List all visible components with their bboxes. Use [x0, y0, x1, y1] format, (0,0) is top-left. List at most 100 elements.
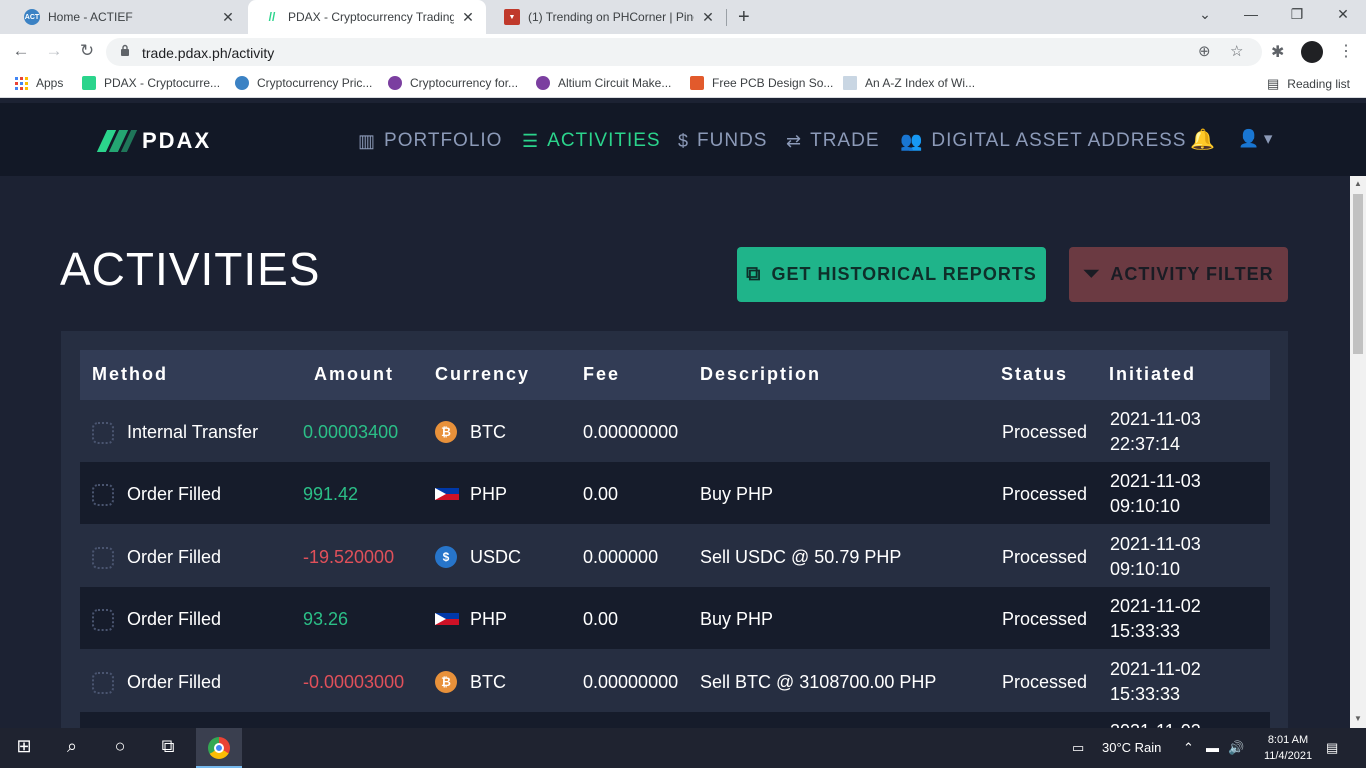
table-row[interactable]: Internal Transfer 0.00003400 ₿ BTC 0.000…: [80, 400, 1270, 462]
zoom-icon[interactable]: ⊕: [1198, 42, 1211, 60]
chrome-icon: [208, 737, 230, 759]
order-icon: [92, 547, 114, 569]
back-arrow-icon[interactable]: ←: [10, 41, 32, 61]
nav-portfolio[interactable]: ▥ PORTFOLIO: [358, 130, 502, 152]
philippines-flag-icon: [435, 613, 459, 625]
battery-icon[interactable]: ▬: [1206, 740, 1219, 755]
close-icon[interactable]: ✕: [220, 9, 236, 26]
tab-search-chevron-icon[interactable]: ⌄: [1195, 6, 1215, 23]
column-header-method[interactable]: Method: [92, 364, 168, 385]
pdax-icon: [82, 76, 96, 90]
close-window-button[interactable]: ✕: [1333, 6, 1353, 23]
close-icon[interactable]: ✕: [700, 9, 716, 26]
reload-icon[interactable]: ↻: [76, 41, 98, 61]
taskbar-chrome-button[interactable]: [196, 728, 242, 768]
table-row[interactable]: Order Filled -19.520000 $ USDC 0.000000 …: [80, 525, 1270, 587]
table-row[interactable]: Order Filled -0.00003000 ₿ BTC 0.0000000…: [80, 650, 1270, 712]
windows-start-icon[interactable]: ⊞: [12, 736, 36, 757]
bookmark-crypto-prices[interactable]: Cryptocurrency Pric...: [235, 76, 372, 90]
scroll-down-arrow-icon[interactable]: ▼: [1354, 714, 1362, 723]
chevron-up-icon[interactable]: ⌃: [1183, 740, 1194, 756]
profile-avatar[interactable]: [1301, 41, 1323, 63]
status-cell: Processed: [1002, 672, 1088, 692]
description-cell: Sell USDC @ 50.79 PHP: [700, 547, 902, 567]
bookmark-altium[interactable]: Altium Circuit Make...: [536, 76, 671, 90]
nav-digital-asset-address[interactable]: 👥 DIGITAL ASSET ADDRESS: [900, 130, 1186, 152]
amount-cell: -0.00003000: [303, 672, 405, 692]
column-header-amount[interactable]: Amount: [314, 364, 394, 385]
url-text[interactable]: trade.pdax.ph/activity: [142, 45, 274, 61]
initiated-date: 2021-11-03: [1110, 471, 1201, 491]
reading-list-label: Reading list: [1287, 77, 1350, 91]
dollar-icon: $: [678, 130, 690, 151]
column-header-fee[interactable]: Fee: [583, 364, 620, 385]
maximize-button[interactable]: ❐: [1287, 6, 1307, 23]
new-tab-button[interactable]: +: [738, 6, 750, 29]
bookmark-pdax[interactable]: PDAX - Cryptocurre...: [82, 76, 220, 90]
weather-text[interactable]: 30°C Rain: [1102, 740, 1161, 755]
notifications-icon[interactable]: ▤: [1326, 740, 1338, 756]
column-header-status[interactable]: Status: [1001, 364, 1068, 385]
column-header-description[interactable]: Description: [700, 364, 821, 385]
method-cell: Order Filled: [127, 547, 222, 567]
search-icon[interactable]: ⌕: [60, 736, 84, 757]
scroll-up-arrow-icon[interactable]: ▲: [1354, 179, 1362, 188]
tab-title: Home - ACTIEF: [48, 10, 133, 24]
tab-home-actief[interactable]: ACT Home - ACTIEF ✕: [8, 0, 246, 34]
method-cell: Order Filled: [127, 672, 222, 692]
table-row[interactable]: Order Filled 991.42 PHP 0.00 Buy PHP Pro…: [80, 462, 1270, 524]
column-header-currency[interactable]: Currency: [435, 364, 530, 385]
bookmark-apps[interactable]: Apps: [15, 76, 63, 90]
order-icon: [92, 672, 114, 694]
tab-title: PDAX - Cryptocurrency Trading P: [288, 10, 454, 24]
bookmark-crypto-for[interactable]: Cryptocurrency for...: [388, 76, 518, 90]
initiated-date: 2021-11-03: [1110, 534, 1201, 554]
extensions-puzzle-icon[interactable]: ✱: [1271, 42, 1284, 62]
bookmark-a-z-index[interactable]: An A-Z Index of Wi...: [843, 76, 975, 90]
bookmark-label: Apps: [36, 76, 64, 90]
tab-phcorner[interactable]: ▼ (1) Trending on PHCorner | Pinoy ✕: [488, 0, 726, 34]
pdax-logo[interactable]: PDAX: [96, 128, 212, 154]
bell-icon[interactable]: 🔔: [1190, 127, 1215, 152]
tab-title: (1) Trending on PHCorner | Pinoy: [528, 10, 694, 24]
nav-funds[interactable]: $ FUNDS: [678, 130, 767, 152]
table-row[interactable]: Order Filled 93.26 PHP 0.00 Buy PHP Proc…: [80, 587, 1270, 649]
chrome-menu-icon[interactable]: ⋮: [1338, 41, 1354, 61]
page-scrollbar[interactable]: ▲ ▼: [1350, 176, 1366, 728]
description-cell: Buy PHP: [700, 609, 774, 629]
taskbar-clock[interactable]: 8:01 AM 11/4/2021: [1258, 732, 1318, 764]
nav-trade[interactable]: ⇄ TRADE: [786, 130, 880, 152]
cortana-icon[interactable]: ○: [108, 736, 132, 757]
scrollbar-thumb[interactable]: [1353, 194, 1363, 354]
table-header: Method Amount Currency Fee Description S…: [80, 350, 1270, 400]
table-row[interactable]: 2021-11-02: [80, 712, 1270, 728]
omnibox[interactable]: trade.pdax.ph/activity ⊕ ☆: [106, 38, 1262, 66]
reading-list-button[interactable]: ▤ Reading list: [1267, 76, 1350, 92]
bookmark-label: Altium Circuit Make...: [558, 76, 672, 90]
get-historical-reports-button[interactable]: ⧉ GET HISTORICAL REPORTS: [737, 247, 1046, 302]
status-cell: Processed: [1002, 422, 1088, 442]
forward-arrow-icon[interactable]: →: [43, 41, 65, 61]
nav-label: ACTIVITIES: [547, 130, 661, 151]
bookmark-label: Cryptocurrency Pric...: [257, 76, 373, 90]
brand-name: PDAX: [142, 128, 212, 153]
tab-pdax[interactable]: // PDAX - Cryptocurrency Trading P ✕: [248, 0, 486, 34]
nav-label: TRADE: [810, 130, 880, 151]
activity-filter-button[interactable]: ⏷ ACTIVITY FILTER: [1069, 247, 1288, 302]
bookmark-free-pcb[interactable]: Free PCB Design So...: [690, 76, 833, 90]
button-label: ACTIVITY FILTER: [1110, 264, 1274, 284]
bitcoin-icon: ₿: [435, 421, 457, 443]
weather-icon[interactable]: ▭: [1072, 740, 1084, 756]
site-icon: [388, 76, 402, 90]
currency-cell: BTC: [470, 422, 506, 442]
close-icon[interactable]: ✕: [460, 9, 476, 26]
task-view-icon[interactable]: ⧉: [156, 736, 180, 757]
amount-cell: 0.00003400: [303, 422, 399, 442]
column-header-initiated[interactable]: Initiated: [1109, 364, 1196, 385]
bookmark-star-icon[interactable]: ☆: [1230, 42, 1243, 60]
minimize-button[interactable]: —: [1241, 6, 1261, 22]
nav-activities[interactable]: ☰ ACTIVITIES: [522, 130, 661, 152]
user-menu-icon[interactable]: 👤 ▾: [1238, 129, 1272, 149]
amount-cell: 93.26: [303, 609, 349, 629]
volume-icon[interactable]: 🔊: [1228, 740, 1244, 756]
